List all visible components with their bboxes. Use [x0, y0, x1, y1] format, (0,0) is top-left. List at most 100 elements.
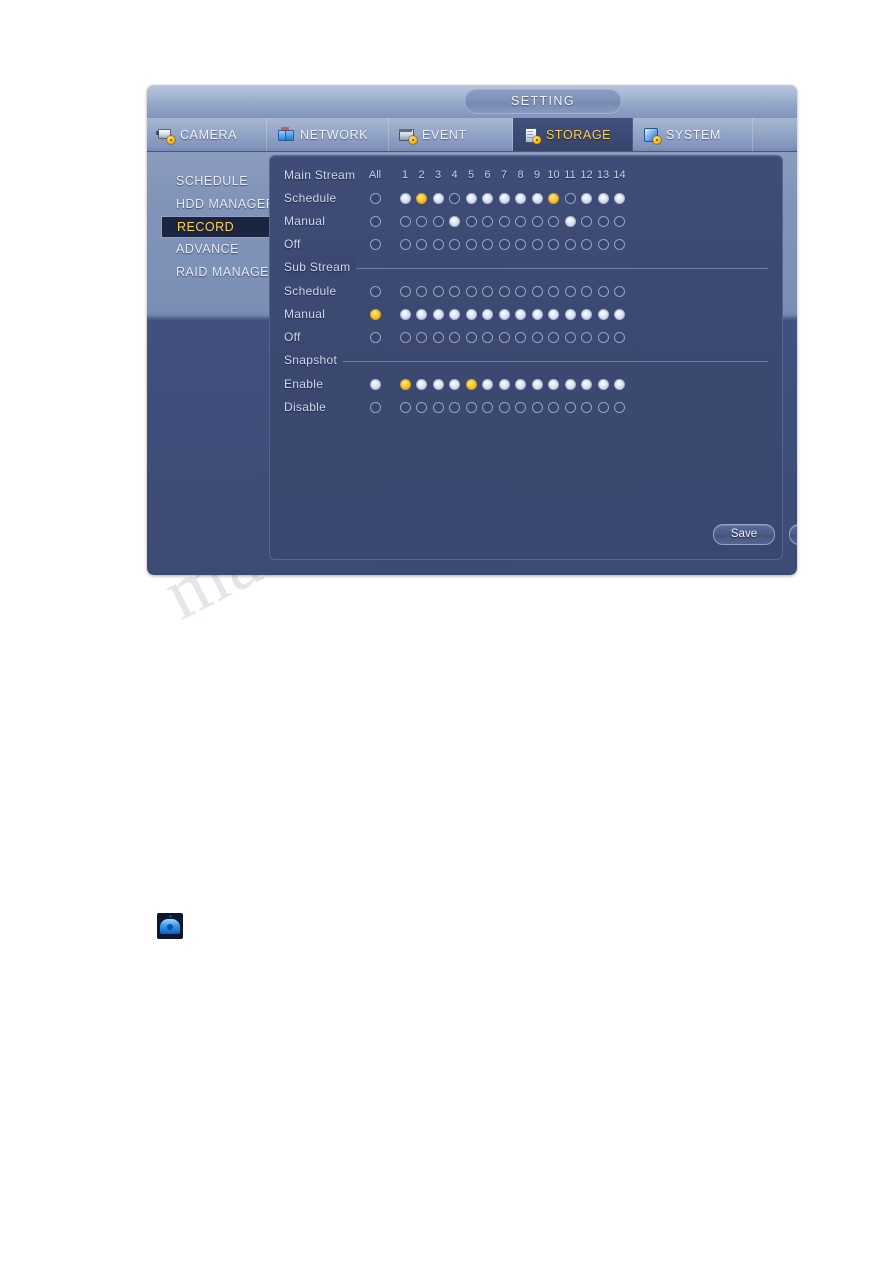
radio-channel-11[interactable]: [564, 239, 576, 250]
radio-channel-3[interactable]: [432, 309, 444, 320]
sidebar-item-record[interactable]: RECORD: [161, 216, 279, 238]
radio-channel-9[interactable]: [531, 379, 543, 390]
radio-channel-3[interactable]: [432, 193, 444, 204]
radio-channel-3[interactable]: [432, 379, 444, 390]
radio-all[interactable]: [369, 193, 381, 204]
radio-channel-7[interactable]: [498, 332, 510, 343]
radio-channel-1[interactable]: [399, 332, 411, 343]
radio-channel-2[interactable]: [416, 193, 427, 204]
radio-channel-5[interactable]: [465, 193, 477, 204]
radio-channel-6[interactable]: [482, 193, 493, 204]
radio-all[interactable]: [369, 309, 381, 320]
radio-channel-11[interactable]: [564, 216, 576, 227]
radio-channel-9[interactable]: [531, 239, 543, 250]
radio-channel-9[interactable]: [531, 309, 543, 320]
radio-channel-7[interactable]: [498, 216, 510, 227]
radio-channel-5[interactable]: [465, 216, 477, 227]
radio-channel-6[interactable]: [482, 216, 493, 227]
radio-channel-2[interactable]: [416, 216, 427, 227]
radio-channel-5[interactable]: [465, 379, 477, 390]
radio-all[interactable]: [369, 216, 381, 227]
radio-channel-2[interactable]: [416, 239, 427, 250]
radio-channel-4[interactable]: [449, 332, 460, 343]
radio-channel-8[interactable]: [515, 309, 526, 320]
radio-channel-1[interactable]: [399, 309, 411, 320]
radio-channel-10[interactable]: [548, 239, 559, 250]
radio-channel-6[interactable]: [482, 309, 493, 320]
radio-channel-3[interactable]: [432, 402, 444, 413]
radio-channel-10[interactable]: [548, 332, 559, 343]
radio-channel-10[interactable]: [548, 216, 559, 227]
radio-channel-7[interactable]: [498, 193, 510, 204]
radio-channel-8[interactable]: [515, 193, 526, 204]
radio-channel-14[interactable]: [614, 332, 625, 343]
radio-channel-5[interactable]: [465, 239, 477, 250]
radio-channel-1[interactable]: [399, 402, 411, 413]
radio-channel-14[interactable]: [614, 402, 625, 413]
radio-channel-1[interactable]: [399, 216, 411, 227]
radio-channel-14[interactable]: [614, 216, 625, 227]
radio-channel-7[interactable]: [498, 286, 510, 297]
radio-channel-9[interactable]: [531, 332, 543, 343]
sidebar-item-hdd-manager[interactable]: HDD MANAGER: [161, 193, 275, 216]
radio-all[interactable]: [369, 379, 381, 390]
radio-channel-12[interactable]: [581, 286, 592, 297]
radio-channel-13[interactable]: [597, 239, 609, 250]
radio-channel-1[interactable]: [399, 286, 411, 297]
radio-channel-13[interactable]: [597, 379, 609, 390]
radio-channel-12[interactable]: [581, 332, 592, 343]
radio-channel-11[interactable]: [564, 309, 576, 320]
radio-channel-8[interactable]: [515, 332, 526, 343]
radio-channel-13[interactable]: [597, 402, 609, 413]
radio-channel-12[interactable]: [581, 216, 592, 227]
tab-system[interactable]: SYSTEM: [633, 118, 753, 151]
radio-channel-4[interactable]: [449, 193, 460, 204]
cancel-button[interactable]: Cancel: [789, 524, 797, 545]
radio-channel-2[interactable]: [416, 402, 427, 413]
radio-channel-8[interactable]: [515, 402, 526, 413]
radio-channel-12[interactable]: [581, 402, 592, 413]
radio-channel-9[interactable]: [531, 193, 543, 204]
radio-channel-13[interactable]: [597, 286, 609, 297]
radio-all[interactable]: [369, 239, 381, 250]
radio-channel-11[interactable]: [564, 402, 576, 413]
radio-channel-1[interactable]: [399, 239, 411, 250]
radio-channel-10[interactable]: [548, 379, 559, 390]
radio-channel-7[interactable]: [498, 239, 510, 250]
radio-channel-12[interactable]: [581, 239, 592, 250]
radio-channel-6[interactable]: [482, 379, 493, 390]
radio-all[interactable]: [369, 286, 381, 297]
radio-channel-8[interactable]: [515, 379, 526, 390]
radio-channel-2[interactable]: [416, 286, 427, 297]
radio-channel-14[interactable]: [614, 309, 625, 320]
radio-channel-13[interactable]: [597, 309, 609, 320]
radio-channel-3[interactable]: [432, 216, 444, 227]
sidebar-item-advance[interactable]: ADVANCE: [161, 238, 271, 261]
radio-channel-4[interactable]: [449, 216, 460, 227]
radio-channel-9[interactable]: [531, 402, 543, 413]
tab-camera[interactable]: CAMERA: [147, 118, 267, 151]
radio-channel-10[interactable]: [548, 193, 559, 204]
radio-channel-4[interactable]: [449, 402, 460, 413]
radio-channel-1[interactable]: [399, 379, 411, 390]
sidebar-item-raid-manager[interactable]: RAID MANAGER: [161, 261, 278, 284]
radio-channel-4[interactable]: [449, 379, 460, 390]
radio-channel-9[interactable]: [531, 216, 543, 227]
radio-channel-7[interactable]: [498, 379, 510, 390]
radio-channel-10[interactable]: [548, 309, 559, 320]
radio-channel-1[interactable]: [399, 193, 411, 204]
radio-channel-11[interactable]: [564, 286, 576, 297]
radio-channel-13[interactable]: [597, 193, 609, 204]
radio-channel-14[interactable]: [614, 379, 625, 390]
tab-event[interactable]: EVENT: [389, 118, 513, 151]
radio-channel-12[interactable]: [581, 379, 592, 390]
radio-channel-4[interactable]: [449, 309, 460, 320]
radio-channel-5[interactable]: [465, 286, 477, 297]
radio-channel-8[interactable]: [515, 239, 526, 250]
radio-channel-10[interactable]: [548, 286, 559, 297]
radio-channel-11[interactable]: [564, 332, 576, 343]
radio-channel-7[interactable]: [498, 309, 510, 320]
radio-channel-14[interactable]: [614, 193, 625, 204]
radio-channel-11[interactable]: [564, 193, 576, 204]
radio-channel-8[interactable]: [515, 286, 526, 297]
